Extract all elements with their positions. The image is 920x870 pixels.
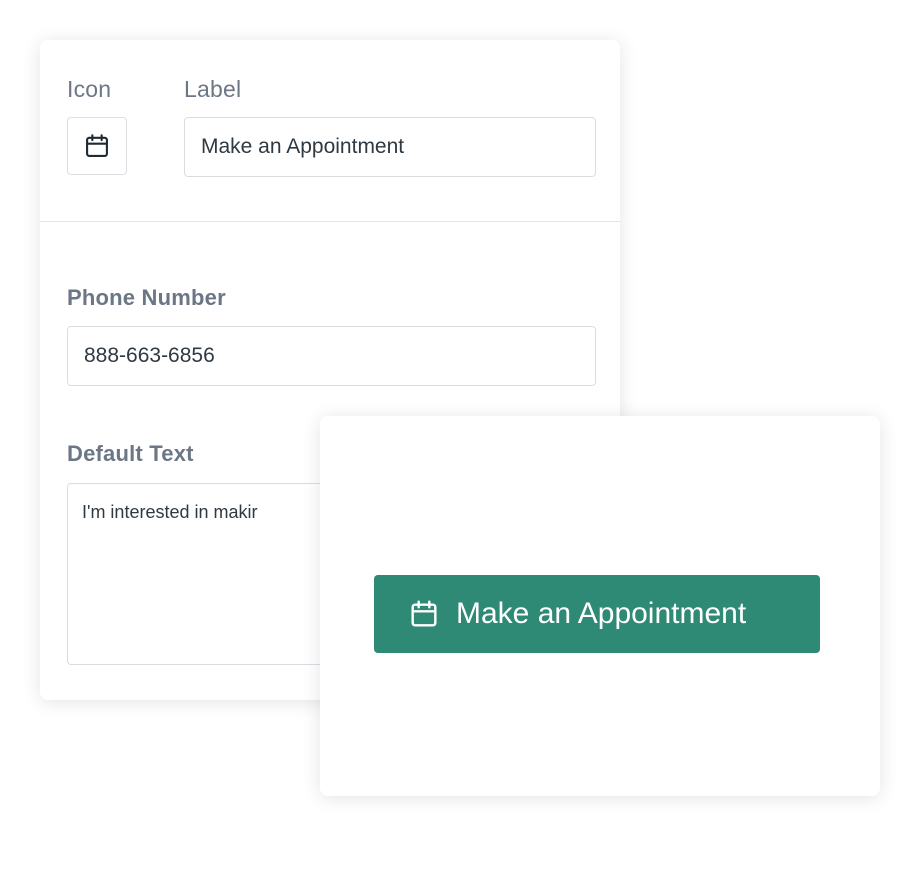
icon-field-label: Icon <box>67 76 112 102</box>
calendar-icon <box>86 134 108 157</box>
calendar-icon <box>408 598 440 630</box>
icon-picker-button[interactable] <box>67 117 127 175</box>
stage: Icon Label Phone Number Default Text I'm… <box>0 0 920 870</box>
default-text-field-label: Default Text <box>67 441 194 466</box>
section-divider <box>40 221 620 222</box>
button-preview-card: Make an Appointment <box>320 416 880 796</box>
label-input[interactable] <box>184 117 596 177</box>
make-appointment-button[interactable]: Make an Appointment <box>374 575 820 653</box>
default-text-value: I'm interested in makir <box>82 502 258 522</box>
label-field-label: Label <box>184 76 242 102</box>
phone-number-input[interactable] <box>67 326 596 386</box>
make-appointment-button-label: Make an Appointment <box>456 597 747 630</box>
phone-number-field-label: Phone Number <box>67 285 226 310</box>
